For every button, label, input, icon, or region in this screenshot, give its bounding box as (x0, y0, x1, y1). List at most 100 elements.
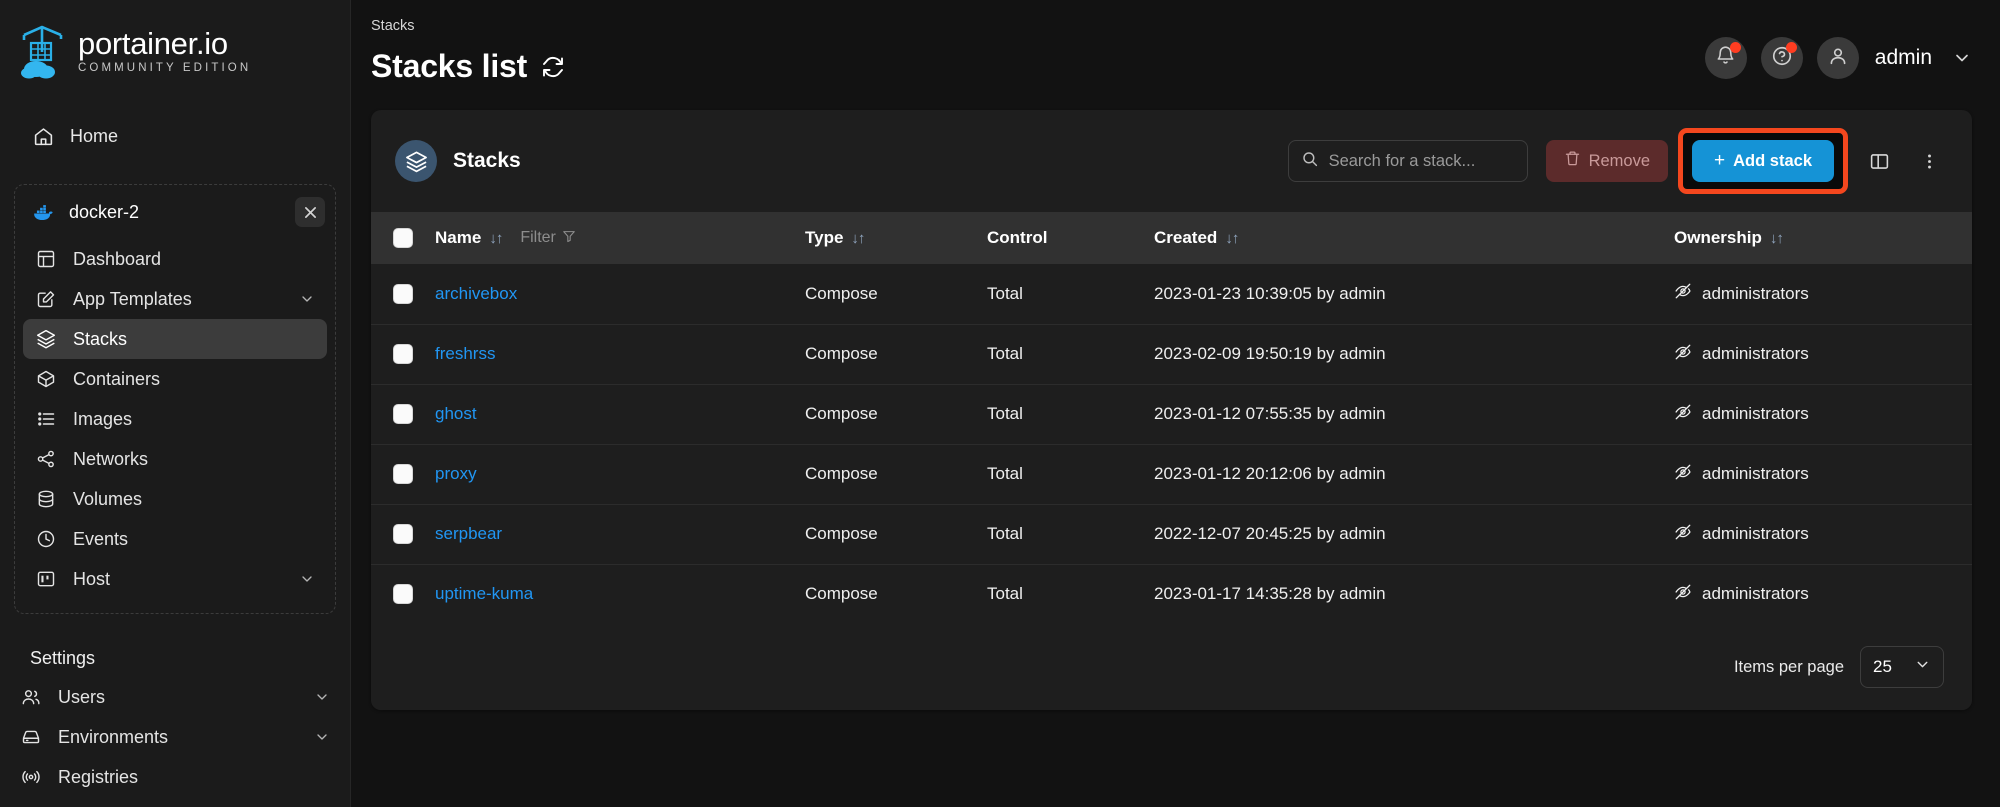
row-checkbox[interactable] (393, 283, 413, 304)
th-select-all[interactable] (371, 212, 435, 264)
main-content: Stacks Stacks list admin Stacks Search f… (351, 0, 2000, 807)
stack-name-link[interactable]: proxy (435, 464, 477, 484)
name-filter[interactable]: Filter (520, 229, 576, 248)
avatar[interactable] (1816, 37, 1859, 79)
sort-updown-icon[interactable]: ↓↑ (489, 230, 503, 247)
settings-section-title: Settings (30, 648, 96, 668)
sidebar-item-host[interactable]: Host (23, 559, 327, 599)
cell-ownership: administrators (1674, 384, 1972, 444)
close-icon[interactable] (295, 197, 325, 227)
sidebar-item-users[interactable]: Users (8, 677, 342, 717)
table-row[interactable]: uptime-kuma Compose Total 2023-01-17 14:… (371, 564, 1972, 624)
environment-header[interactable]: docker-2 (15, 197, 335, 227)
th-name[interactable]: Name ↓↑ Filter (435, 212, 805, 264)
table-row[interactable]: serpbear Compose Total 2022-12-07 20:45:… (371, 504, 1972, 564)
plus-icon: + (1714, 150, 1726, 171)
sort-updown-icon[interactable]: ↓↑ (851, 230, 865, 247)
row-checkbox[interactable] (393, 344, 413, 364)
cell-ownership: administrators (1674, 264, 1972, 324)
columns-layout-icon[interactable] (1860, 142, 1898, 180)
search-input[interactable] (1328, 151, 1549, 171)
stack-name-link[interactable]: serpbear (435, 524, 502, 544)
remove-button-label: Remove (1588, 151, 1651, 170)
items-per-page-select[interactable]: 25 (1860, 646, 1944, 688)
select-all-checkbox[interactable] (393, 228, 413, 248)
cell-name: archivebox (371, 264, 805, 324)
stack-name-link[interactable]: uptime-kuma (435, 584, 533, 604)
row-checkbox[interactable] (393, 464, 413, 484)
th-created[interactable]: Created ↓↑ (1154, 212, 1674, 264)
annotation-highlight-box: + Add stack (1678, 128, 1848, 194)
hard-drive-icon (20, 726, 42, 748)
cell-created: 2023-01-23 10:39:05 by admin (1154, 283, 1386, 303)
breadcrumb[interactable]: Stacks (371, 18, 1705, 34)
sort-updown-icon[interactable]: ↓↑ (1770, 230, 1784, 247)
stacks-table: Name ↓↑ Filter Type ↓↑ Control Created ↓… (371, 212, 1972, 624)
sidebar-item-events[interactable]: Events (23, 519, 327, 559)
cell-type: Compose (805, 283, 878, 303)
row-checkbox[interactable] (393, 404, 413, 424)
chevron-down-icon[interactable] (1952, 48, 1972, 68)
stack-name-link[interactable]: archivebox (435, 284, 517, 304)
sidebar-item-dashboard[interactable]: Dashboard (23, 239, 327, 279)
chevron-down-icon[interactable] (299, 571, 315, 587)
users-icon (20, 686, 42, 708)
docker-whale-icon (33, 201, 55, 223)
eye-off-icon (1674, 523, 1692, 546)
brand[interactable]: portainer.io COMMUNITY EDITION (0, 0, 350, 80)
cell-created: 2023-02-09 19:50:19 by admin (1154, 344, 1386, 363)
layers-icon (35, 328, 57, 350)
ownership-label: administrators (1702, 524, 1809, 543)
notifications-button[interactable] (1704, 37, 1747, 79)
table-row[interactable]: ghost Compose Total 2023-01-12 07:55:35 … (371, 384, 1972, 444)
th-control: Control (987, 212, 1154, 264)
stack-name-link[interactable]: freshrss (435, 344, 495, 364)
refresh-icon[interactable] (541, 55, 565, 79)
sidebar-item-label: Users (58, 686, 106, 707)
cell-type: Compose (805, 464, 878, 483)
table-row[interactable]: proxy Compose Total 2023-01-12 20:12:06 … (371, 444, 1972, 504)
sort-updown-icon[interactable]: ↓↑ (1225, 230, 1239, 247)
notification-badge-dot (1729, 42, 1741, 53)
sidebar-item-images[interactable]: Images (23, 399, 327, 439)
sidebar-item-label: Stacks (73, 328, 128, 349)
chevron-down-icon[interactable] (314, 689, 330, 705)
portainer-crane-logo-icon (18, 22, 68, 80)
toolbar-actions: Remove + Add stack (1287, 128, 1948, 194)
cell-control: Total (987, 404, 1023, 423)
cell-created: 2022-12-07 20:45:25 by admin (1154, 524, 1386, 543)
sidebar-item-home[interactable]: Home (18, 116, 332, 156)
sidebar-item-stacks[interactable]: Stacks (23, 319, 327, 359)
chevron-down-icon[interactable] (299, 291, 315, 307)
sidebar-item-label: Volumes (73, 488, 143, 509)
sidebar-item-networks[interactable]: Networks (23, 439, 327, 479)
database-icon (35, 488, 57, 510)
sidebar-item-environments[interactable]: Environments (8, 717, 342, 757)
sidebar-item-app-templates[interactable]: App Templates (23, 279, 327, 319)
sidebar-item-volumes[interactable]: Volumes (23, 479, 327, 519)
help-button[interactable] (1760, 37, 1803, 79)
kebab-menu-icon[interactable] (1910, 142, 1948, 180)
sidebar-item-containers[interactable]: Containers (23, 359, 327, 399)
search-icon (1301, 150, 1319, 173)
cube-icon (35, 368, 57, 390)
ownership-label: administrators (1702, 283, 1809, 303)
help-badge-dot (1785, 42, 1797, 53)
table-row[interactable]: archivebox Compose Total 2023-01-23 10:3… (371, 264, 1972, 324)
cell-created: 2023-01-12 20:12:06 by admin (1154, 464, 1386, 483)
stack-name-link[interactable]: ghost (435, 404, 477, 424)
remove-button[interactable]: Remove (1545, 140, 1669, 182)
chevron-down-icon[interactable] (314, 729, 330, 745)
card-title: Stacks (453, 149, 521, 172)
cell-name: freshrss (371, 324, 805, 384)
sidebar-item-registries[interactable]: Registries (8, 757, 342, 797)
ownership-label: administrators (1702, 464, 1809, 483)
ownership-label: administrators (1702, 584, 1809, 604)
add-stack-button[interactable]: + Add stack (1692, 140, 1834, 182)
table-row[interactable]: freshrss Compose Total 2023-02-09 19:50:… (371, 324, 1972, 384)
search-box[interactable] (1287, 140, 1549, 182)
th-type[interactable]: Type ↓↑ (805, 212, 987, 264)
th-ownership[interactable]: Ownership ↓↑ (1674, 212, 1972, 264)
row-checkbox[interactable] (393, 584, 413, 605)
row-checkbox[interactable] (393, 524, 413, 544)
